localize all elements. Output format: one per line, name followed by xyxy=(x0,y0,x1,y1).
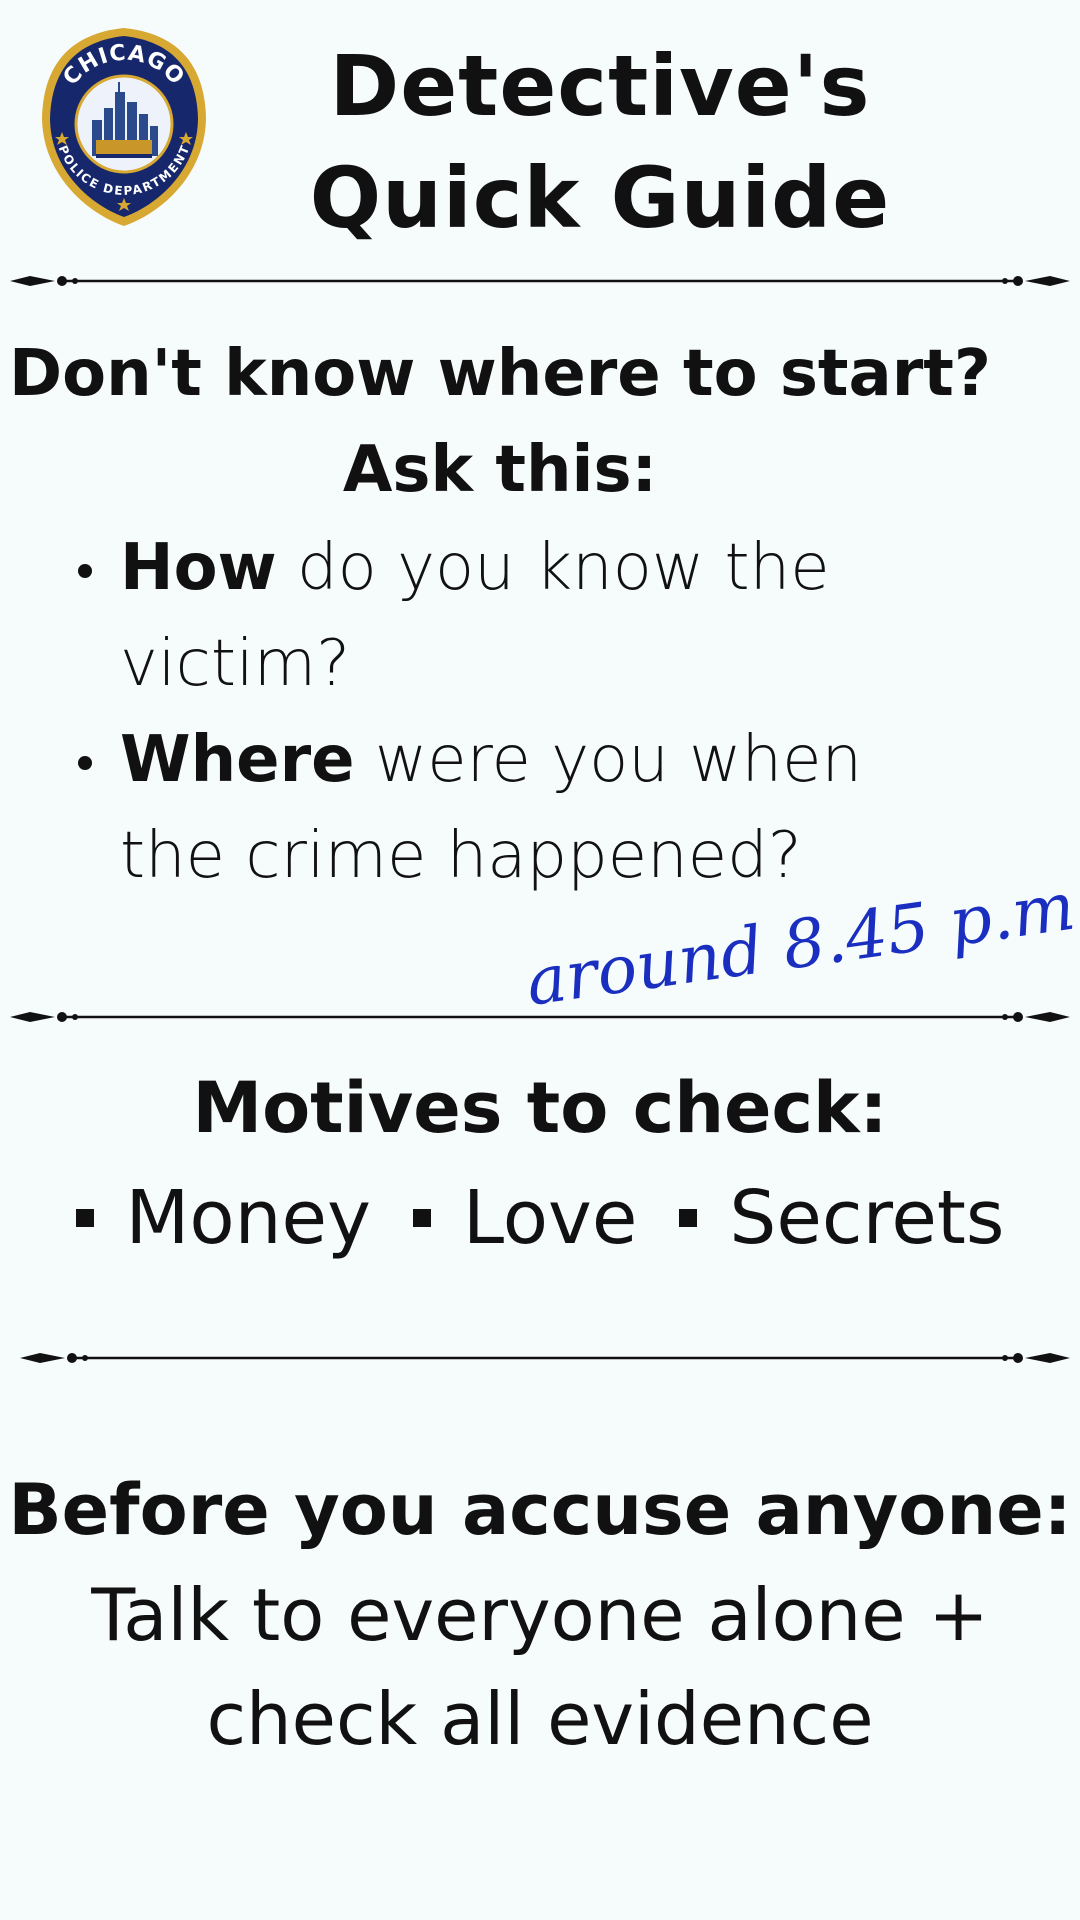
question-keyword: How xyxy=(120,531,277,605)
motive-label: Secrets xyxy=(729,1175,1005,1261)
square-bullet-icon xyxy=(75,1209,94,1227)
motives-list: Money Love Secrets xyxy=(0,1170,1080,1266)
ornamental-divider xyxy=(10,276,1070,286)
bullet-dot-icon xyxy=(78,564,92,578)
square-bullet-icon xyxy=(412,1209,431,1227)
page-title: Detective's Quick Guide xyxy=(309,37,891,247)
list-item: Love xyxy=(412,1170,638,1266)
motive-label: Love xyxy=(462,1175,638,1261)
motive-label: Money xyxy=(125,1175,371,1261)
accuse-line2: check all evidence xyxy=(206,1677,874,1761)
list-item: Money xyxy=(75,1170,371,1266)
list-item: How do you know the victim? xyxy=(70,520,970,712)
list-item: Where were you when the crime happened? xyxy=(70,712,970,904)
badge-icon: CHICAGO POLICE DEPARTMENT xyxy=(42,28,206,226)
ornamental-divider xyxy=(10,1012,1070,1022)
accuse-heading: Before you accuse anyone: xyxy=(8,1469,1072,1551)
police-badge-logo: CHICAGO POLICE DEPARTMENT xyxy=(34,22,214,232)
square-bullet-icon xyxy=(679,1209,698,1227)
bullet-dot-icon xyxy=(78,756,92,770)
accuse-instructions: Talk to everyone alone + check all evide… xyxy=(0,1563,1080,1771)
questions-heading: Don't know where to start? Ask this: xyxy=(0,326,1000,518)
accuse-line1: Talk to everyone alone + xyxy=(91,1573,989,1657)
question-list: How do you know the victim? Where were y… xyxy=(70,520,970,904)
ornamental-divider xyxy=(20,1353,1070,1363)
list-item: Secrets xyxy=(679,1170,1004,1266)
questions-heading-line2: Ask this: xyxy=(342,433,658,507)
questions-heading-line1: Don't know where to start? xyxy=(9,337,991,411)
motives-heading: Motives to check: xyxy=(192,1067,888,1149)
question-keyword: Where xyxy=(120,723,355,797)
